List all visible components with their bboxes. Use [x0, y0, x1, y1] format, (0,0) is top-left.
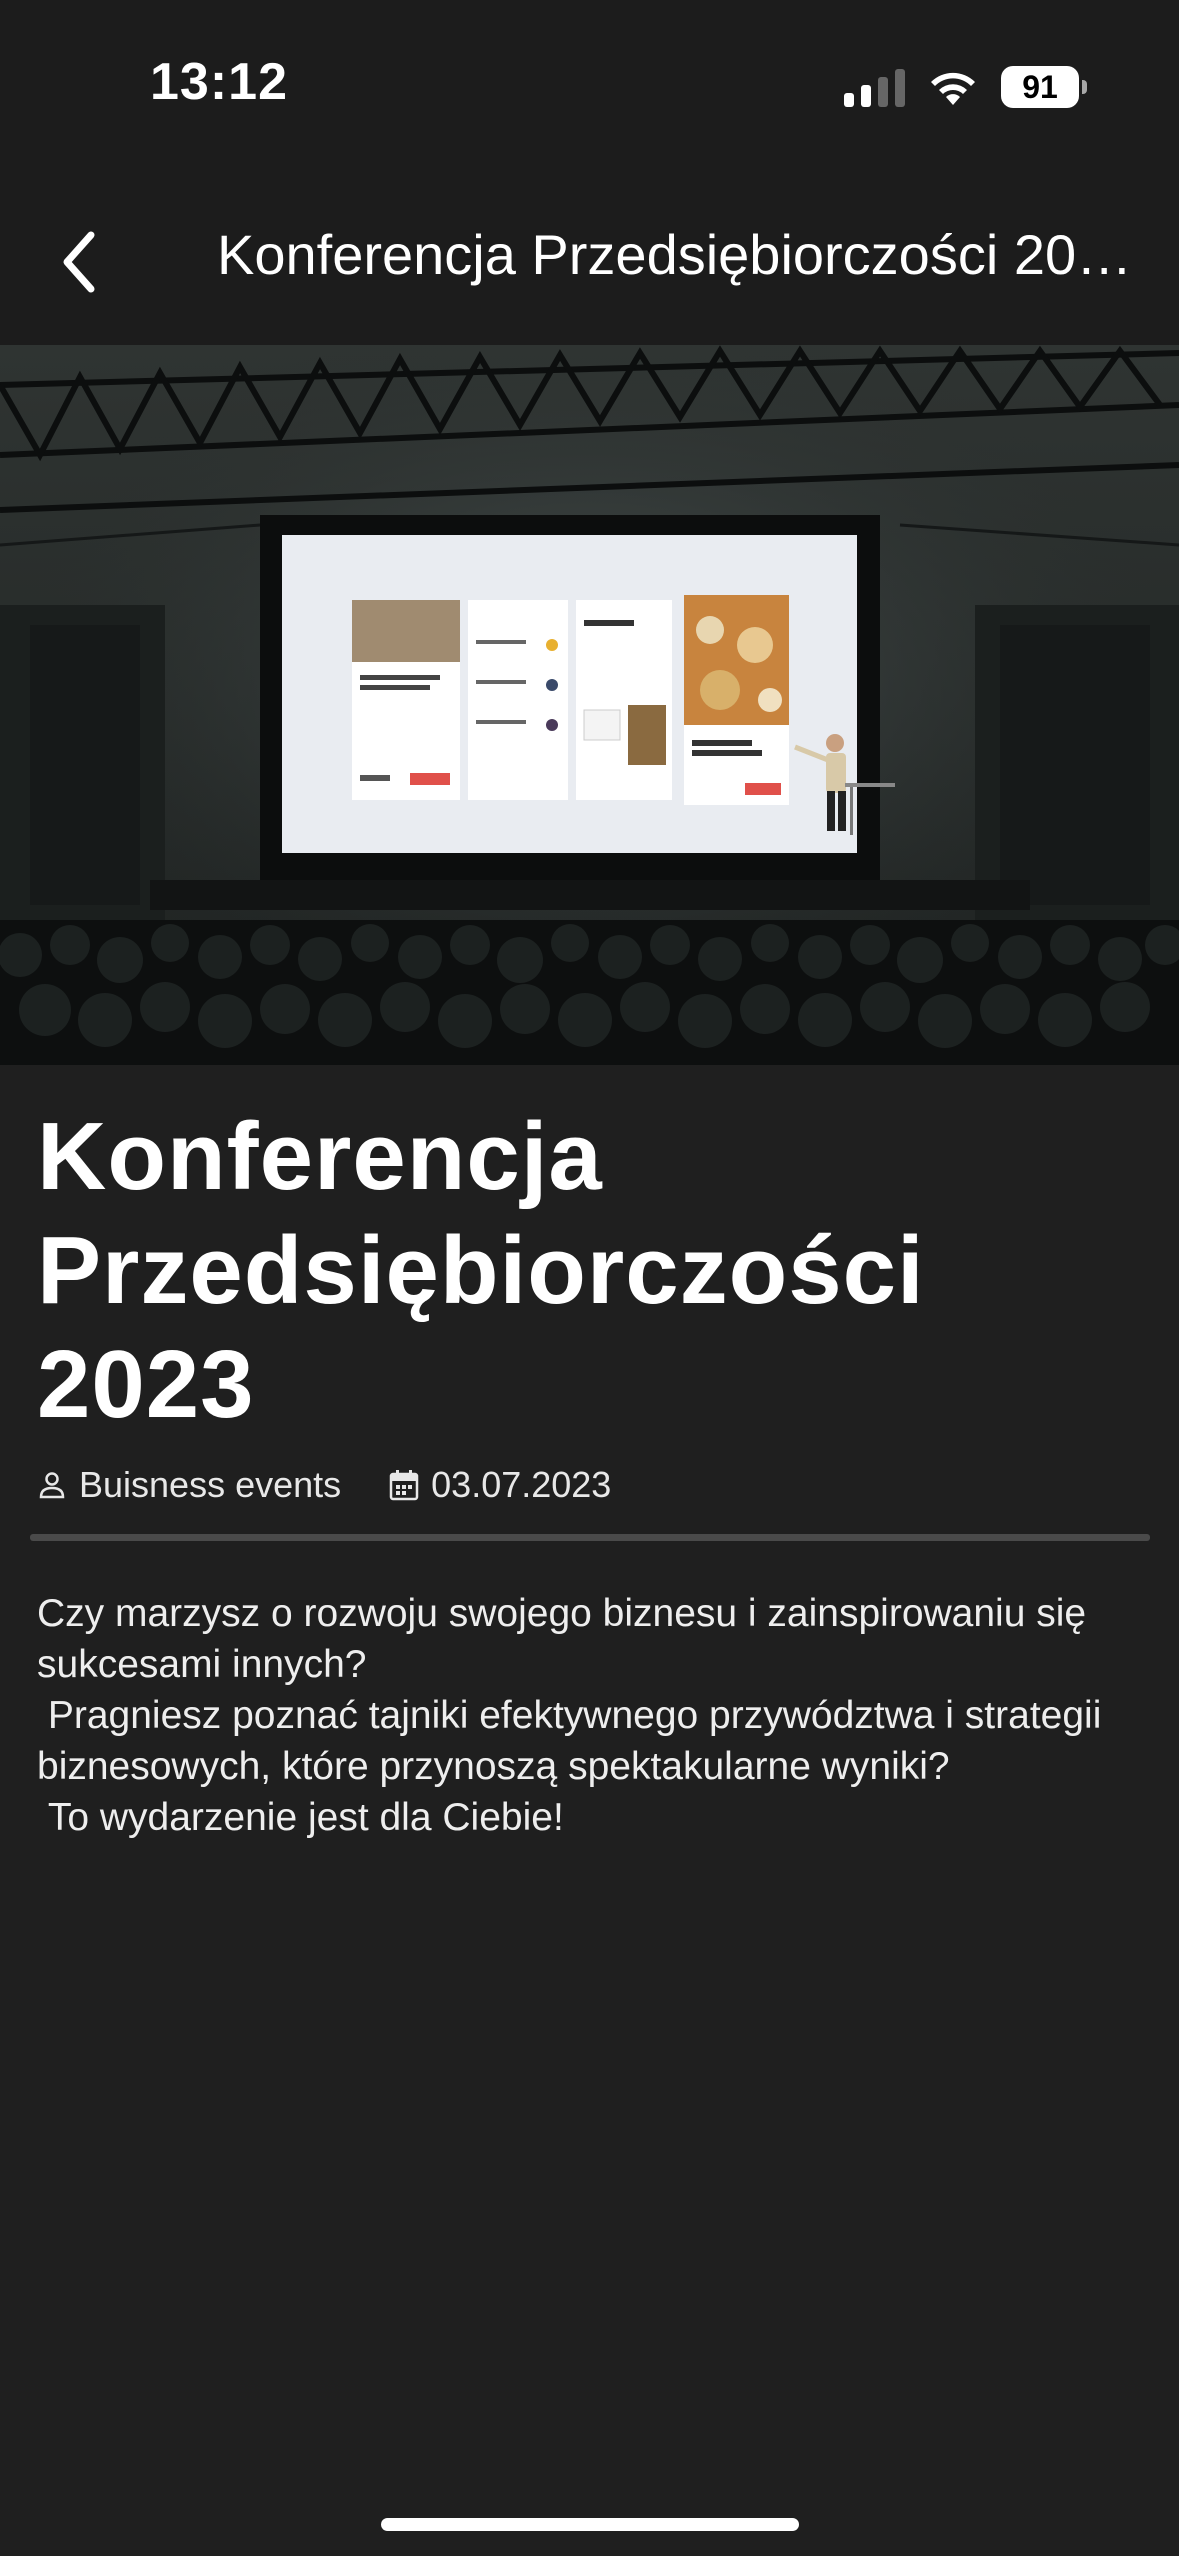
status-bar: 13:12 91 [0, 0, 1179, 170]
status-time: 13:12 [150, 53, 288, 111]
event-date-label: 03.07.2023 [431, 1464, 612, 1505]
battery-icon: 91 [1001, 66, 1087, 108]
status-icons: 91 [844, 64, 1087, 110]
divider [30, 1534, 1150, 1541]
event-image [0, 345, 1179, 1065]
conference-photo [0, 345, 1179, 1065]
nav-bar: Konferencja Przedsiębiorczości 2023 [0, 170, 1179, 345]
back-button[interactable] [30, 212, 130, 312]
battery-level: 91 [1022, 68, 1058, 105]
event-description: Czy marzysz o rozwoju swojego biznesu i … [37, 1592, 1102, 1839]
event-details: Konferencja Przedsiębiorczości 2023 Buis… [37, 1100, 1147, 1506]
person-icon [39, 1472, 65, 1499]
event-title: Konferencja Przedsiębiorczości 2023 [37, 1103, 925, 1438]
event-date: 03.07.2023 [389, 1464, 611, 1506]
home-indicator[interactable] [381, 2518, 799, 2531]
calendar-icon [389, 1470, 419, 1501]
event-category: Buisness events [37, 1464, 341, 1506]
signal-icon [844, 67, 905, 107]
event-meta: Buisness events 03.07.2023 [37, 1464, 1147, 1506]
nav-title: Konferencja Przedsiębiorczości 2023 [217, 223, 1137, 286]
event-category-label: Buisness events [79, 1464, 342, 1505]
chevron-left-icon [63, 231, 95, 293]
wifi-icon [927, 67, 979, 107]
